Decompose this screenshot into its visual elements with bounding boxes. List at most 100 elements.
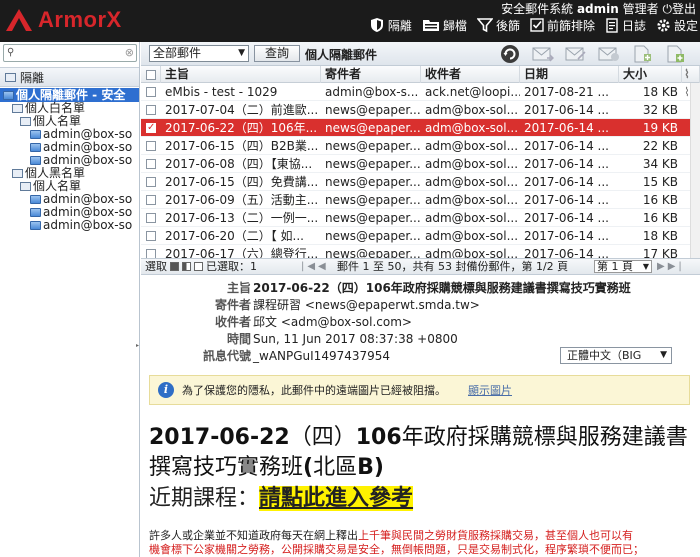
meta-to-value[interactable]: 邱文 <adm@box-sol.com> bbox=[253, 314, 412, 330]
select-all-checkbox[interactable] bbox=[141, 66, 161, 83]
armorx-logo: ArmorX bbox=[4, 6, 122, 34]
column-size[interactable]: 大小 bbox=[619, 66, 682, 83]
body-para-highlight: 上千筆與民間之勞財貨服務採購交易，甚至個人也可以有 bbox=[358, 529, 633, 542]
show-images-link[interactable]: 顯示圖片 bbox=[468, 382, 512, 398]
row-date: 2017-06-14 ... bbox=[524, 175, 609, 189]
checkbox[interactable] bbox=[145, 69, 156, 80]
section-header-quarantine[interactable]: 隔離 bbox=[0, 67, 139, 87]
mail-icon bbox=[30, 195, 41, 204]
pane-splitter-handle[interactable]: ▸ bbox=[136, 342, 139, 349]
mail-row[interactable]: 2017-06-15（四）B2B業... news@epaper... adm@bo… bbox=[141, 137, 700, 155]
row-size: 15 KB bbox=[642, 175, 678, 189]
mail-check-icon bbox=[598, 47, 619, 61]
page-first-prev-nav[interactable]: |◀◀ bbox=[301, 259, 329, 274]
row-checkbox-cell[interactable] bbox=[141, 209, 161, 226]
toolbar-actions bbox=[496, 43, 688, 65]
body-title-year: 106 bbox=[355, 425, 402, 450]
mail-row[interactable]: 2017-06-13（二）一例一... news@epaper... adm@box… bbox=[141, 209, 700, 227]
mail-list-scrollbar[interactable] bbox=[690, 83, 700, 258]
mail-row[interactable]: 2017-06-22（四）106年... news@epaper... adm@bo… bbox=[141, 119, 700, 137]
row-checkbox[interactable] bbox=[146, 194, 156, 205]
clear-search-icon[interactable]: ⊗ bbox=[125, 46, 134, 59]
meta-time-value: Sun, 11 Jun 2017 08:37:38 +0800 bbox=[253, 332, 458, 346]
select-none-icon[interactable] bbox=[194, 262, 203, 271]
nav-archive[interactable]: 歸檔 bbox=[422, 14, 467, 36]
refresh-button[interactable] bbox=[496, 43, 523, 65]
mail-row[interactable]: eMbis - test - 1029 admin@box-s... ack.net… bbox=[141, 83, 700, 101]
column-from[interactable]: 寄件者 bbox=[321, 66, 421, 83]
row-checkbox-cell[interactable] bbox=[141, 173, 161, 190]
row-size: 18 KB bbox=[642, 229, 678, 243]
nav-quarantine[interactable]: 隔離 bbox=[369, 14, 412, 36]
mail-row[interactable]: 2017-07-04（二）前進歐... news@epaper... adm@box… bbox=[141, 101, 700, 119]
row-checkbox[interactable] bbox=[146, 158, 156, 169]
release-mail-button[interactable] bbox=[529, 43, 556, 65]
column-subject[interactable]: 主旨 bbox=[161, 66, 321, 83]
tree-node[interactable]: 個人隔離郵件 - 安全 bbox=[0, 88, 139, 102]
row-checkbox[interactable] bbox=[146, 248, 156, 258]
mail-row[interactable]: 2017-06-17（六）總登行... news@epaper... adm@box… bbox=[141, 245, 700, 258]
column-attachment[interactable]: ⌇ bbox=[682, 66, 700, 83]
nav-post-filter[interactable]: 後篩 bbox=[476, 14, 520, 36]
mail-row[interactable]: 2017-06-08（四）【東協... news@epaper... adm@box… bbox=[141, 155, 700, 173]
forward-mail-button[interactable] bbox=[562, 43, 589, 65]
mail-row[interactable]: 2017-06-15（四）免費講... news@epaper... adm@box… bbox=[141, 173, 700, 191]
charset-select[interactable]: 正體中文（BIG ▼ bbox=[560, 347, 672, 364]
meta-from-value[interactable]: 課程研習 <news@epaperwt.smda.tw> bbox=[253, 297, 480, 313]
mail-filter-select[interactable]: 全部郵件 ▼ bbox=[149, 45, 249, 62]
column-to[interactable]: 收件者 bbox=[421, 66, 520, 83]
nav-pre-filter-exclude[interactable]: 前篩排除 bbox=[530, 14, 595, 36]
row-to: ack.net@loopi... bbox=[425, 85, 520, 99]
row-checkbox-cell[interactable] bbox=[141, 119, 161, 136]
meta-time-label: 時間 bbox=[226, 332, 251, 346]
add-rule-button[interactable] bbox=[661, 43, 688, 65]
select-all-icon[interactable] bbox=[170, 262, 179, 271]
nav-settings[interactable]: 設定 bbox=[656, 14, 698, 36]
mail-row[interactable]: 2017-06-20（二）【 如... news@epaper... adm@box… bbox=[141, 227, 700, 245]
row-checkbox[interactable] bbox=[146, 212, 156, 223]
folder-search-input[interactable] bbox=[20, 46, 120, 60]
page-next-last-nav[interactable]: ▶▶| bbox=[657, 259, 685, 274]
row-checkbox-cell[interactable] bbox=[141, 83, 161, 100]
select-invert-icon[interactable] bbox=[182, 262, 191, 271]
column-date[interactable]: 日期 bbox=[520, 66, 619, 83]
chevron-down-icon: ▼ bbox=[642, 262, 649, 271]
page-select-value: 第 1 頁 bbox=[597, 260, 633, 273]
row-checkbox[interactable] bbox=[146, 140, 156, 151]
row-checkbox-cell[interactable] bbox=[141, 227, 161, 244]
nav-log[interactable]: 日誌 bbox=[605, 14, 646, 36]
row-checkbox[interactable] bbox=[146, 176, 156, 187]
mail-forward-icon bbox=[565, 47, 586, 61]
row-checkbox[interactable] bbox=[146, 119, 156, 136]
row-from: news@epaper... bbox=[325, 247, 421, 258]
row-checkbox-cell[interactable] bbox=[141, 101, 161, 118]
query-button[interactable]: 查詢 bbox=[254, 45, 300, 62]
page-select[interactable]: 第 1 頁 ▼ bbox=[594, 260, 652, 273]
row-to: adm@box-sol... bbox=[425, 139, 519, 153]
row-checkbox[interactable] bbox=[146, 230, 156, 241]
paperclip-icon: ⌇ bbox=[684, 85, 690, 99]
folder-search-box[interactable]: ⚲ ⊗ bbox=[3, 44, 137, 62]
mail-list: 主旨 寄件者 收件者 日期 大小 ⌇ eMbis - test - 1029 ad… bbox=[141, 66, 700, 258]
mail-row[interactable]: 2017-06-09（五）活動主... news@epaper... adm@box… bbox=[141, 191, 700, 209]
blocked-images-notice: i 為了保護您的隱私，此郵件中的遠端圖片已經被阻擋。 顯示圖片 bbox=[149, 375, 690, 405]
delete-mail-button[interactable] bbox=[628, 43, 655, 65]
meta-to-row: 收件者 邱文 <adm@box-sol.com> bbox=[141, 314, 700, 330]
folder-title: 個人隔離郵件 bbox=[305, 48, 378, 62]
meta-from-label: 寄件者 bbox=[214, 298, 251, 312]
course-link[interactable]: 請點此進入參考 bbox=[259, 486, 414, 511]
row-to: adm@box-sol... bbox=[425, 103, 519, 117]
row-checkbox-cell[interactable] bbox=[141, 155, 161, 172]
body-para-text-2: 機會標下公家機關之勞務，公開採購交易是安全，無倒帳問題，只是交易制式化，程序繁瑣… bbox=[149, 543, 644, 556]
row-checkbox-cell[interactable] bbox=[141, 245, 161, 258]
folder-icon bbox=[12, 169, 23, 178]
row-checkbox-cell[interactable] bbox=[141, 191, 161, 208]
tree-node[interactable]: admin@box-so bbox=[0, 219, 139, 232]
row-checkbox[interactable] bbox=[146, 86, 156, 97]
row-checkbox[interactable] bbox=[146, 104, 156, 115]
mail-whitelist-button[interactable] bbox=[595, 43, 622, 65]
row-checkbox-cell[interactable] bbox=[141, 137, 161, 154]
row-size: 19 KB bbox=[642, 121, 678, 135]
folder-icon bbox=[12, 104, 23, 113]
meta-to-label: 收件者 bbox=[214, 315, 251, 329]
